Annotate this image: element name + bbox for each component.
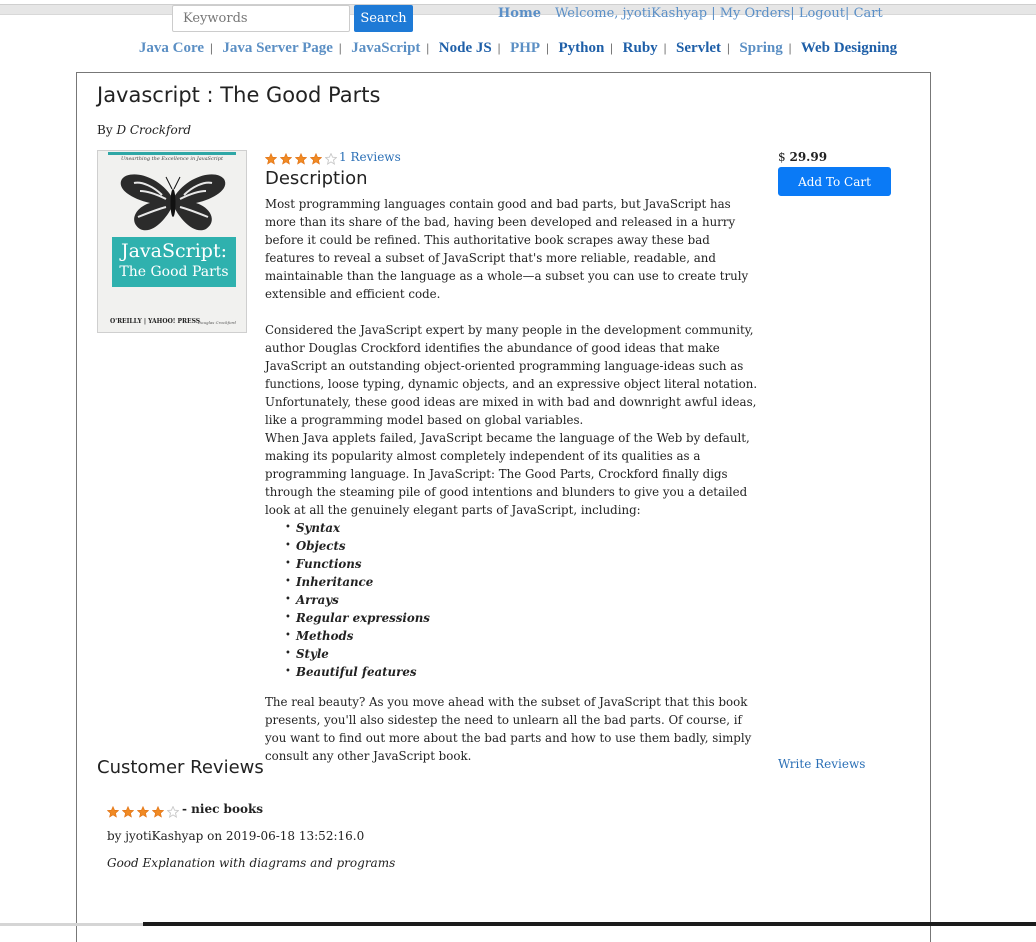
nav-item-node-js[interactable]: Node JS — [439, 40, 492, 56]
book-price: $ 29.99 — [778, 150, 827, 164]
search-button[interactable]: Search — [354, 5, 413, 32]
nav-item-java-core[interactable]: Java Core — [139, 40, 204, 56]
feature-list-item: Beautiful features — [285, 663, 760, 681]
nav-item-python[interactable]: Python — [558, 40, 604, 56]
nav-item-spring[interactable]: Spring — [739, 40, 782, 56]
customer-reviews-heading: Customer Reviews — [97, 757, 264, 778]
feature-list-item: Inheritance — [285, 573, 760, 591]
cover-strip — [108, 152, 236, 155]
nav-separator: | — [338, 40, 342, 55]
cover-publisher: O'REILLY | YAHOO! PRESS — [110, 318, 201, 325]
star-filled-icon — [295, 153, 307, 165]
star-filled-icon — [280, 153, 292, 165]
description-heading: Description — [265, 168, 368, 189]
currency-symbol: $ — [778, 150, 786, 164]
description-body: Most programming languages contain good … — [265, 195, 760, 765]
nav-item-javascript[interactable]: JavaScript — [351, 40, 420, 56]
review-meta: by jyotiKashyap on 2019-06-18 13:52:16.0 — [107, 829, 365, 843]
feature-list-item: Functions — [285, 555, 760, 573]
nav-item-java-server-page[interactable]: Java Server Page — [222, 40, 333, 56]
cover-title-line1: JavaScript: — [120, 240, 228, 262]
logout-link[interactable]: Logout — [799, 6, 845, 21]
nav-item-web-designing[interactable]: Web Designing — [801, 40, 897, 56]
by-label: By — [97, 123, 113, 137]
nav-item-ruby[interactable]: Ruby — [623, 40, 658, 56]
nav-separator: | — [610, 40, 613, 55]
taskbar — [143, 922, 1036, 926]
cover-title-block: JavaScript: The Good Parts — [112, 237, 236, 287]
book-rating-stars — [265, 153, 337, 165]
nav-separator: | — [210, 40, 213, 55]
header-links: Home Welcome, jyotiKashyap | My Orders| L… — [498, 6, 883, 21]
feature-list-item: Style — [285, 645, 760, 663]
write-reviews-link[interactable]: Write Reviews — [778, 757, 865, 771]
home-link[interactable]: Home — [498, 6, 541, 21]
price-amount: 29.99 — [789, 150, 828, 164]
review-text: Good Explanation with diagrams and progr… — [107, 856, 396, 870]
feature-list-item: Regular expressions — [285, 609, 760, 627]
nav-separator: | — [426, 40, 430, 55]
star-filled-icon — [310, 153, 322, 165]
nav-item-servlet[interactable]: Servlet — [676, 40, 721, 56]
star-empty-icon — [167, 806, 179, 818]
star-filled-icon — [265, 153, 277, 165]
description-paragraph: The real beauty? As you move ahead with … — [265, 695, 752, 763]
review-title: - niec books — [182, 802, 264, 816]
star-filled-icon — [122, 806, 134, 818]
description-paragraph: When Java applets failed, JavaScript bec… — [265, 431, 750, 517]
cart-link[interactable]: Cart — [854, 6, 883, 21]
feature-list-item: Objects — [285, 537, 760, 555]
feature-list-item: Arrays — [285, 591, 760, 609]
review-rating-stars — [107, 806, 179, 818]
book-cover-image: Unearthing the Excellence in JavaScript … — [97, 150, 247, 333]
book-title: Javascript : The Good Parts — [97, 83, 381, 107]
feature-list-item: Syntax — [285, 519, 760, 537]
book-author: D Crockford — [116, 123, 192, 137]
star-filled-icon — [152, 806, 164, 818]
cover-author: Douglas Crockford — [197, 320, 236, 325]
header-separator: | — [845, 6, 850, 21]
category-nav: Java Core | Java Server Page | JavaScript |… — [0, 40, 1036, 57]
search-input[interactable] — [172, 5, 350, 32]
add-to-cart-button[interactable]: Add To Cart — [778, 167, 891, 196]
cover-tagline: Unearthing the Excellence in JavaScript — [121, 156, 223, 162]
nav-item-php[interactable]: PHP — [510, 40, 540, 56]
description-paragraph: Most programming languages contain good … — [265, 197, 749, 301]
star-filled-icon — [107, 806, 119, 818]
star-filled-icon — [137, 806, 149, 818]
description-paragraph: Considered the JavaScript expert by many… — [265, 323, 758, 427]
header-separator: | — [711, 6, 716, 21]
nav-separator: | — [788, 40, 792, 55]
nav-separator: | — [663, 40, 667, 55]
cover-title-line2: The Good Parts — [119, 264, 229, 280]
nav-separator: | — [546, 40, 549, 55]
butterfly-icon — [120, 174, 226, 231]
feature-list-item: Methods — [285, 627, 760, 645]
star-empty-icon — [325, 153, 337, 165]
feature-list: Syntax Objects Functions Inheritance Arr… — [265, 519, 760, 681]
my-orders-link[interactable]: My Orders — [720, 6, 791, 21]
header-separator: | — [790, 6, 795, 21]
nav-separator: | — [497, 40, 501, 55]
reviews-count-link[interactable]: 1 Reviews — [339, 150, 401, 164]
book-byline: By D Crockford — [97, 123, 191, 137]
welcome-text: Welcome, jyotiKashyap — [554, 6, 708, 21]
nav-separator: | — [727, 40, 730, 55]
